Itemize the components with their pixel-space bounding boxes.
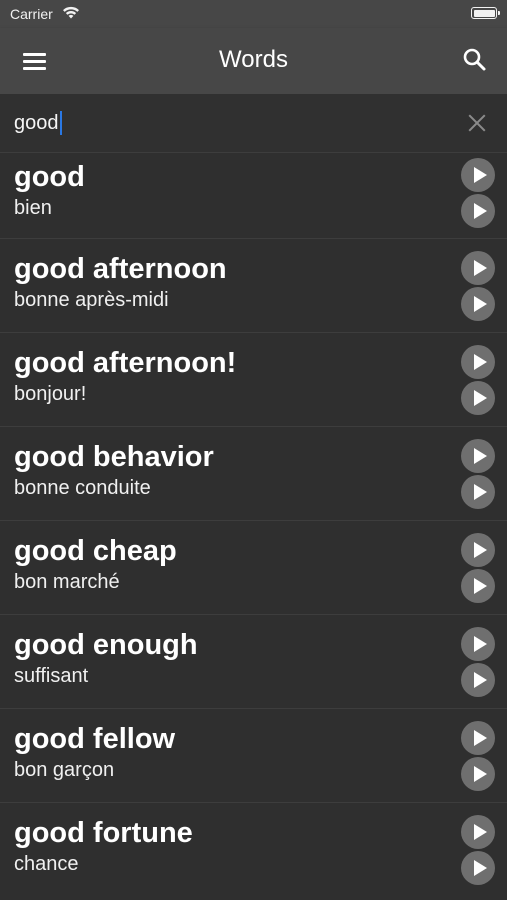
word-text: good enough	[14, 629, 198, 661]
status-bar: Carrier	[0, 0, 507, 28]
page-title: Words	[219, 46, 288, 73]
list-item[interactable]: good behavior bonne conduite	[0, 426, 507, 520]
translation-text: chance	[14, 853, 79, 875]
list-item[interactable]: good fortune chance	[0, 802, 507, 896]
play-translation-icon[interactable]	[461, 663, 495, 697]
word-text: good fellow	[14, 723, 176, 755]
translation-text: bonne après-midi	[14, 289, 169, 311]
translation-text: bon garçon	[14, 759, 115, 781]
play-word-icon[interactable]	[461, 158, 495, 192]
play-word-icon[interactable]	[461, 721, 495, 755]
play-translation-icon[interactable]	[461, 287, 495, 321]
translation-text: bon marché	[14, 571, 120, 593]
play-word-icon[interactable]	[461, 345, 495, 379]
word-text: good cheap	[14, 535, 177, 567]
play-translation-icon[interactable]	[461, 851, 495, 885]
play-translation-icon[interactable]	[461, 475, 495, 509]
play-word-icon[interactable]	[461, 815, 495, 849]
play-word-icon[interactable]	[461, 627, 495, 661]
translation-text: suffisant	[14, 665, 89, 687]
nav-bar: Words	[0, 28, 507, 94]
wifi-icon	[62, 5, 80, 24]
word-text: good afternoon!	[14, 347, 237, 379]
list-item[interactable]: good fellow bon garçon	[0, 708, 507, 802]
battery-icon	[471, 7, 500, 19]
play-word-icon[interactable]	[461, 439, 495, 473]
word-text: good	[14, 161, 85, 193]
carrier-label: Carrier	[10, 6, 53, 22]
list-item[interactable]: good afternoon! bonjour!	[0, 332, 507, 426]
play-word-icon[interactable]	[461, 533, 495, 567]
list-item[interactable]: good enough suffisant	[0, 614, 507, 708]
play-translation-icon[interactable]	[461, 381, 495, 415]
translation-text: bien	[14, 197, 52, 219]
play-translation-icon[interactable]	[461, 757, 495, 791]
translation-text: bonjour!	[14, 383, 87, 405]
word-text: good fortune	[14, 817, 193, 849]
word-text: good afternoon	[14, 253, 227, 285]
search-icon[interactable]	[461, 46, 489, 74]
list-item[interactable]: good afternoon bonne après-midi	[0, 238, 507, 332]
close-icon[interactable]	[467, 113, 487, 133]
list-item[interactable]: good cheap bon marché	[0, 520, 507, 614]
translation-text: bonne conduite	[14, 477, 151, 499]
play-translation-icon[interactable]	[461, 194, 495, 228]
text-cursor	[60, 111, 62, 135]
search-input[interactable]	[14, 110, 434, 136]
word-text: good behavior	[14, 441, 214, 473]
word-list: good bien good afternoon bonne après-mid…	[0, 152, 507, 896]
list-item[interactable]: good bien	[0, 152, 507, 238]
play-translation-icon[interactable]	[461, 569, 495, 603]
play-word-icon[interactable]	[461, 251, 495, 285]
search-bar	[0, 94, 507, 152]
